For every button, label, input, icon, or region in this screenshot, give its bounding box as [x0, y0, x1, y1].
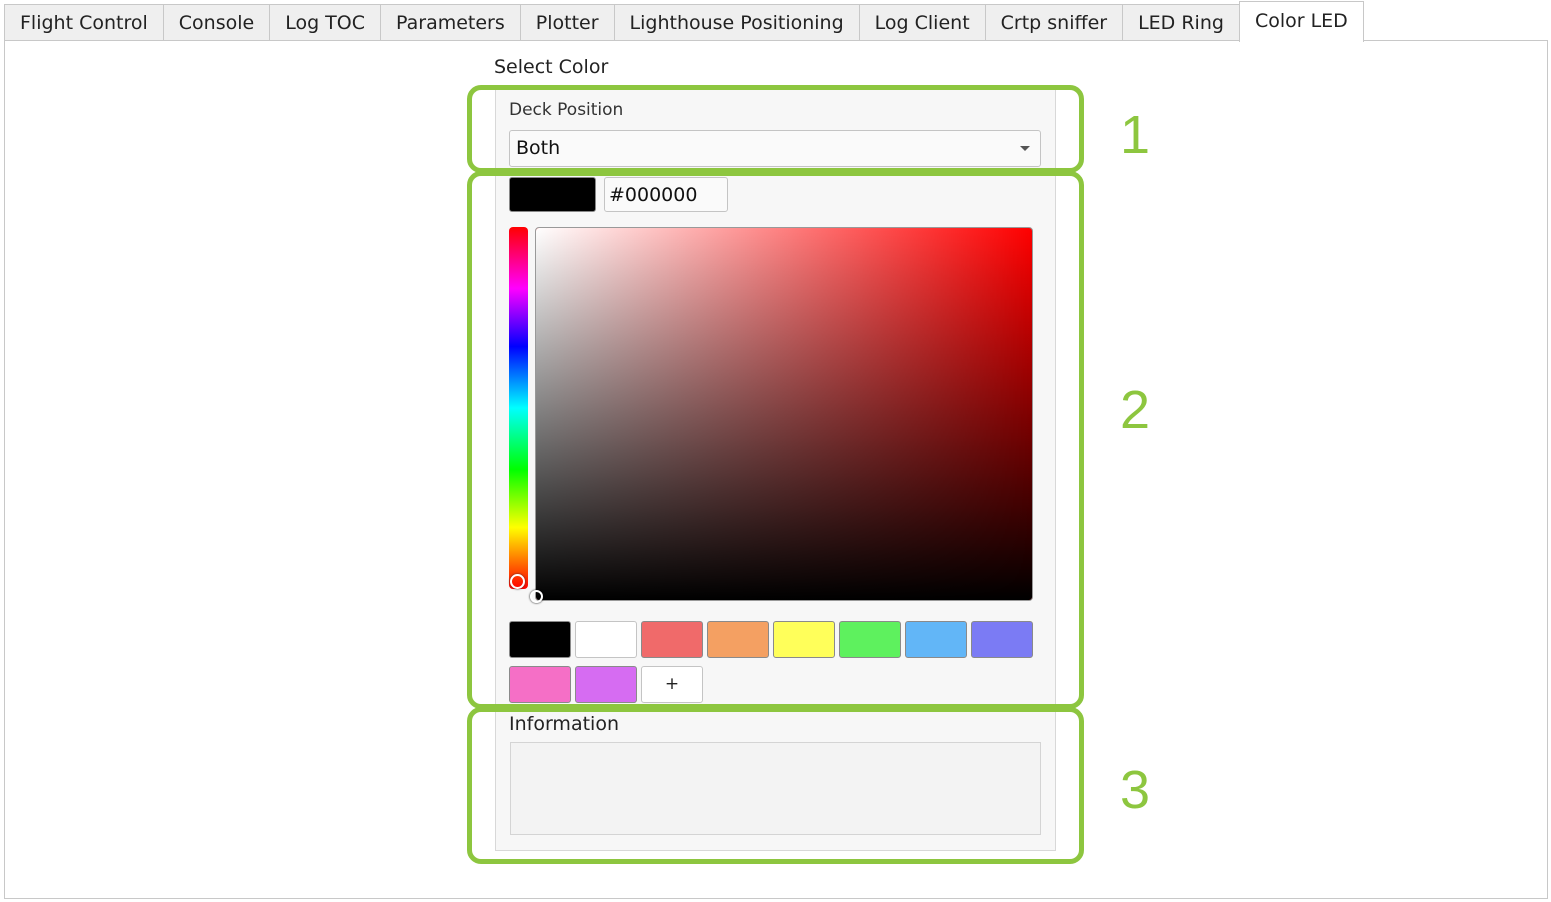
select-color-title: Select Color [494, 56, 609, 78]
tab-log-client[interactable]: Log Client [858, 4, 985, 41]
tab-parameters[interactable]: Parameters [380, 4, 520, 41]
callout-number-1: 1 [1120, 105, 1151, 165]
tab-color-led[interactable]: Color LED [1238, 1, 1364, 42]
tab-flight-control[interactable]: Flight Control [4, 4, 163, 41]
callout-box-1 [467, 85, 1084, 173]
tab-plotter[interactable]: Plotter [519, 4, 614, 41]
tab-led-ring[interactable]: LED Ring [1122, 4, 1239, 41]
tab-lighthouse-positioning[interactable]: Lighthouse Positioning [613, 4, 859, 41]
tab-console[interactable]: Console [162, 4, 270, 41]
tab-crtp-sniffer[interactable]: Crtp sniffer [984, 4, 1123, 41]
callout-number-3: 3 [1120, 760, 1151, 820]
tab-bar: Flight Control Console Log TOC Parameter… [4, 1, 1364, 42]
callout-number-2: 2 [1120, 380, 1151, 440]
tab-log-toc[interactable]: Log TOC [269, 4, 381, 41]
callout-box-3 [467, 707, 1084, 864]
callout-box-2 [467, 171, 1084, 709]
